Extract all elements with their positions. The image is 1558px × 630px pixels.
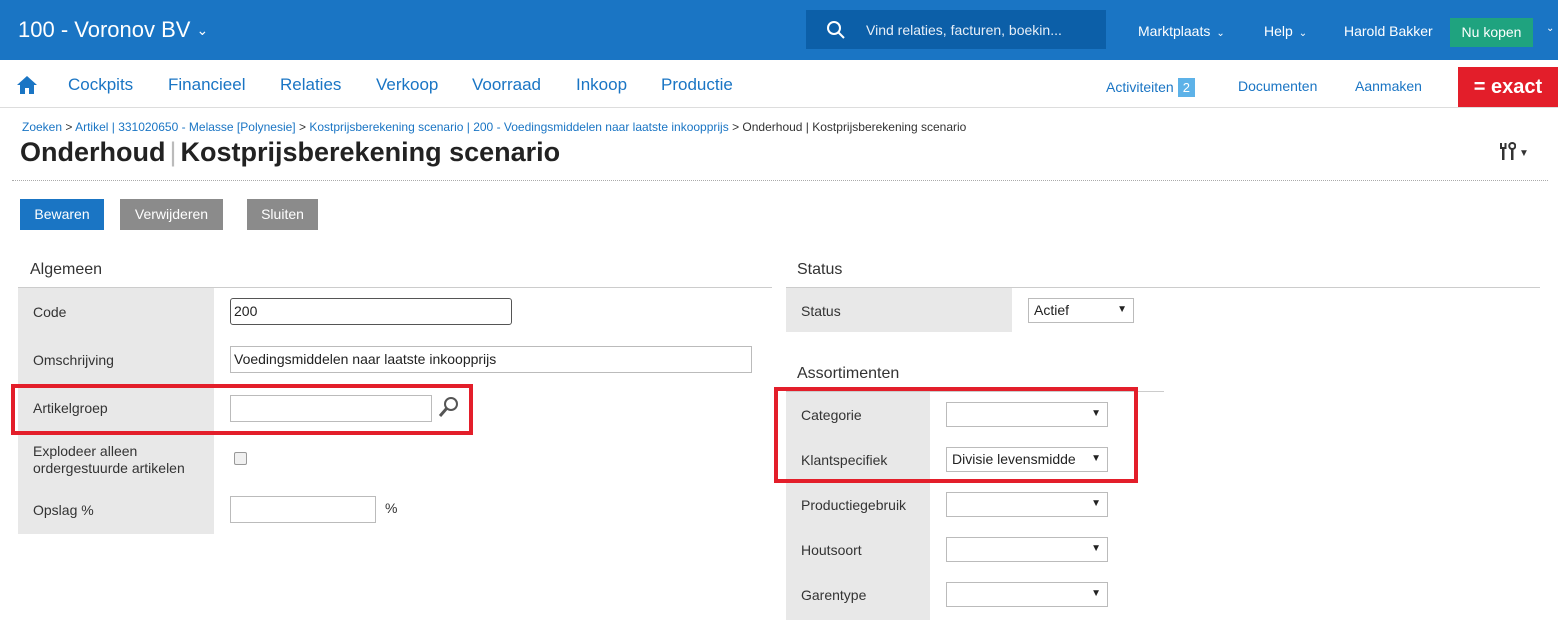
dropdown-arrow-icon: ▼ (1091, 498, 1101, 509)
code-label: Code (33, 304, 67, 320)
top-bar: 100 - Voronov BV ⌄ Vind relaties, facture… (0, 0, 1558, 60)
page-title-part2: Kostprijsberekening scenario (180, 137, 561, 167)
breadcrumb-separator: > (732, 120, 740, 134)
highlight-box (774, 387, 1138, 483)
chevron-down-icon: ⌄ (196, 22, 209, 38)
nav-cockpits[interactable]: Cockpits (68, 75, 133, 95)
breadcrumb-link[interactable]: Kostprijsberekening scenario | 200 - Voe… (309, 120, 728, 134)
nav-voorraad[interactable]: Voorraad (472, 75, 541, 95)
create-link[interactable]: Aanmaken (1355, 78, 1422, 94)
explode-checkbox[interactable] (234, 452, 247, 465)
marketplace-label: Marktplaats (1138, 23, 1211, 39)
activities-label: Activiteiten (1106, 79, 1174, 95)
dropdown-arrow-icon: ▼ (1091, 588, 1101, 599)
breadcrumb-link[interactable]: Artikel | 331020650 - Melasse [Polynesie… (75, 120, 296, 134)
documents-link[interactable]: Documenten (1238, 78, 1317, 94)
code-input[interactable]: 200 (230, 298, 512, 325)
home-icon[interactable] (16, 75, 38, 95)
user-name[interactable]: Harold Bakker (1344, 23, 1433, 39)
percent-unit: % (385, 500, 398, 516)
breadcrumb-separator: > (65, 120, 73, 134)
status-label: Status (801, 303, 841, 319)
global-search[interactable]: Vind relaties, facturen, boekin... (806, 10, 1106, 49)
section-title-general: Algemeen (30, 261, 103, 278)
dropdown-arrow-icon: ▼ (1117, 304, 1127, 315)
main-nav: Cockpits Financieel Relaties Verkoop Voo… (0, 60, 1558, 108)
nav-relaties[interactable]: Relaties (280, 75, 341, 95)
breadcrumb-separator: > (298, 120, 306, 134)
section-title-status: Status (797, 261, 843, 278)
page-title: Onderhoud | Kostprijsberekening scenario (20, 137, 560, 168)
tools-menu[interactable]: ▼ (1500, 142, 1529, 163)
divider (12, 180, 1548, 181)
breadcrumb-current: Onderhoud | Kostprijsberekening scenario (742, 120, 967, 134)
description-input[interactable]: Voedingsmiddelen naar laatste inkoopprij… (230, 346, 752, 373)
yarn-type-label: Garentype (801, 587, 867, 603)
yarn-type-select[interactable]: ▼ (946, 582, 1108, 607)
nav-verkoop[interactable]: Verkoop (376, 75, 438, 95)
markup-label: Opslag % (33, 502, 94, 518)
chevron-down-icon: ⌄ (1298, 28, 1308, 39)
help-menu[interactable]: Help ⌄ (1264, 23, 1307, 39)
nav-financieel[interactable]: Financieel (168, 75, 246, 95)
help-label: Help (1264, 23, 1293, 39)
buy-now-button[interactable]: Nu kopen (1450, 18, 1533, 47)
nav-inkoop[interactable]: Inkoop (576, 75, 627, 95)
close-button[interactable]: Sluiten (247, 199, 318, 230)
title-separator: | (169, 137, 177, 167)
dropdown-arrow-icon: ▼ (1091, 543, 1101, 554)
highlight-box (11, 384, 473, 435)
page-title-part1: Onderhoud (20, 137, 166, 167)
company-selector[interactable]: 100 - Voronov BV ⌄ (18, 17, 208, 43)
status-value: Actief (1034, 302, 1070, 318)
breadcrumb: Zoeken > Artikel | 331020650 - Melasse [… (22, 120, 966, 134)
search-icon (827, 21, 845, 39)
breadcrumb-link[interactable]: Zoeken (22, 120, 62, 134)
tools-icon (1500, 142, 1517, 160)
activities-count-badge: 2 (1177, 78, 1195, 97)
explode-label-line2: ordergestuurde artikelen (33, 460, 185, 476)
wood-type-label: Houtsoort (801, 542, 862, 558)
markup-input[interactable] (230, 496, 376, 523)
section-title-assortments: Assortimenten (797, 365, 900, 382)
production-usage-select[interactable]: ▼ (946, 492, 1108, 517)
exact-logo: = exact (1458, 67, 1558, 107)
nav-productie[interactable]: Productie (661, 75, 733, 95)
save-button[interactable]: Bewaren (20, 199, 104, 230)
chevron-down-icon[interactable]: ⌄ (1546, 23, 1554, 34)
company-name: 100 - Voronov BV (18, 17, 191, 42)
explode-label-line1: Explodeer alleen (33, 443, 138, 459)
marketplace-menu[interactable]: Marktplaats ⌄ (1138, 23, 1225, 39)
description-label: Omschrijving (33, 352, 114, 368)
chevron-down-icon: ⌄ (1216, 28, 1225, 39)
production-usage-label: Productiegebruik (801, 497, 907, 513)
delete-button[interactable]: Verwijderen (120, 199, 223, 230)
activities-link[interactable]: Activiteiten 2 (1106, 78, 1195, 97)
chevron-down-icon: ▼ (1519, 148, 1529, 159)
status-select[interactable]: Actief ▼ (1028, 298, 1134, 323)
search-placeholder: Vind relaties, facturen, boekin... (866, 22, 1062, 38)
wood-type-select[interactable]: ▼ (946, 537, 1108, 562)
